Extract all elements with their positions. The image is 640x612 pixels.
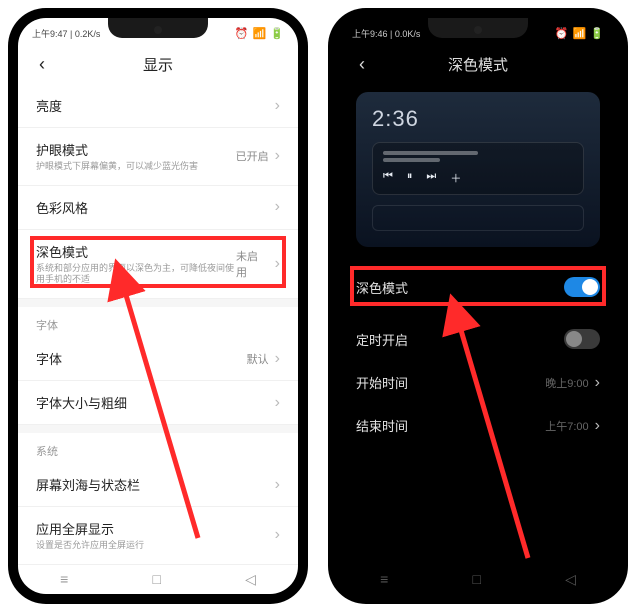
value-text: 晚上9:00 bbox=[545, 375, 588, 391]
row-end-time[interactable]: 结束时间 上午7:00 bbox=[338, 404, 618, 447]
battery-icon: 🔋 bbox=[590, 27, 604, 40]
prev-icon: ⏮ bbox=[383, 170, 393, 186]
row-eyecare[interactable]: 护眼模式 护眼模式下屏幕偏黄，可以减少蓝光伤害 已开启 bbox=[18, 128, 298, 186]
preview-bar bbox=[372, 205, 584, 231]
value-text: 已开启 bbox=[236, 148, 269, 164]
chevron-right-icon bbox=[275, 476, 280, 494]
nav-recent[interactable]: ≡ bbox=[380, 571, 388, 587]
row-schedule-toggle[interactable]: 定时开启 bbox=[338, 317, 618, 361]
battery-icon: 🔋 bbox=[270, 27, 284, 40]
schedule-toggle[interactable] bbox=[564, 329, 600, 349]
nav-back[interactable]: ◁ bbox=[565, 571, 576, 588]
header: ‹ 显示 bbox=[18, 44, 298, 84]
plus-icon: ＋ bbox=[450, 170, 461, 186]
alarm-icon: ⏰ bbox=[555, 27, 569, 40]
divider bbox=[338, 309, 618, 317]
chevron-right-icon bbox=[275, 394, 280, 412]
chevron-right-icon bbox=[595, 417, 600, 435]
next-icon: ⏭ bbox=[426, 170, 436, 186]
nav-home[interactable]: □ bbox=[472, 571, 480, 587]
row-font-size[interactable]: 字体大小与粗细 bbox=[18, 381, 298, 425]
value-text: 默认 bbox=[247, 351, 269, 367]
chevron-right-icon bbox=[275, 198, 280, 216]
notch bbox=[428, 18, 528, 38]
chevron-right-icon bbox=[275, 350, 280, 368]
divider bbox=[18, 299, 298, 307]
preview-time: 2:36 bbox=[372, 106, 584, 132]
chevron-right-icon bbox=[595, 374, 600, 392]
value-text: 上午7:00 bbox=[545, 418, 588, 434]
wifi-icon: 📶 bbox=[573, 27, 587, 40]
alarm-icon: ⏰ bbox=[235, 27, 249, 40]
row-color-style[interactable]: 色彩风格 bbox=[18, 186, 298, 230]
nav-back[interactable]: ◁ bbox=[245, 571, 256, 588]
status-left: 上午9:47 | 0.2K/s bbox=[32, 27, 100, 40]
back-button[interactable]: ‹ bbox=[350, 52, 374, 76]
row-start-time[interactable]: 开始时间 晚上9:00 bbox=[338, 361, 618, 404]
row-fullscreen-apps[interactable]: 应用全屏显示 设置是否允许应用全屏运行 bbox=[18, 507, 298, 565]
header: ‹ 深色模式 bbox=[338, 44, 618, 84]
page-title: 深色模式 bbox=[448, 54, 508, 75]
section-label-font: 字体 bbox=[18, 307, 298, 337]
row-notch-statusbar[interactable]: 屏幕刘海与状态栏 bbox=[18, 463, 298, 507]
divider bbox=[18, 425, 298, 433]
wifi-icon: 📶 bbox=[253, 27, 267, 40]
row-brightness[interactable]: 亮度 bbox=[18, 84, 298, 128]
nav-bar: ≡ □ ◁ bbox=[18, 564, 298, 594]
chevron-right-icon bbox=[275, 147, 280, 165]
row-dark-mode-toggle[interactable]: 深色模式 bbox=[338, 265, 618, 309]
page-title: 显示 bbox=[143, 54, 173, 75]
nav-home[interactable]: □ bbox=[152, 571, 160, 587]
preview-card: 2:36 ⏮ ⏸ ⏭ ＋ bbox=[356, 92, 600, 247]
nav-recent[interactable]: ≡ bbox=[60, 571, 68, 587]
chevron-right-icon bbox=[275, 526, 280, 544]
chevron-right-icon bbox=[275, 97, 280, 115]
dark-mode-toggle[interactable] bbox=[564, 277, 600, 297]
row-font[interactable]: 字体 默认 bbox=[18, 337, 298, 381]
section-label-system: 系统 bbox=[18, 433, 298, 463]
status-left: 上午9:46 | 0.0K/s bbox=[352, 27, 420, 40]
preview-music-widget: ⏮ ⏸ ⏭ ＋ bbox=[372, 142, 584, 195]
play-icon: ⏸ bbox=[407, 170, 413, 186]
nav-bar: ≡ □ ◁ bbox=[338, 564, 618, 594]
back-button[interactable]: ‹ bbox=[30, 52, 54, 76]
chevron-right-icon bbox=[275, 255, 280, 273]
value-text: 未启用 bbox=[236, 248, 269, 280]
notch bbox=[108, 18, 208, 38]
row-dark-mode[interactable]: 深色模式 系统和部分应用的界面以深色为主，可降低夜间使用手机的不适 未启用 bbox=[18, 230, 298, 299]
